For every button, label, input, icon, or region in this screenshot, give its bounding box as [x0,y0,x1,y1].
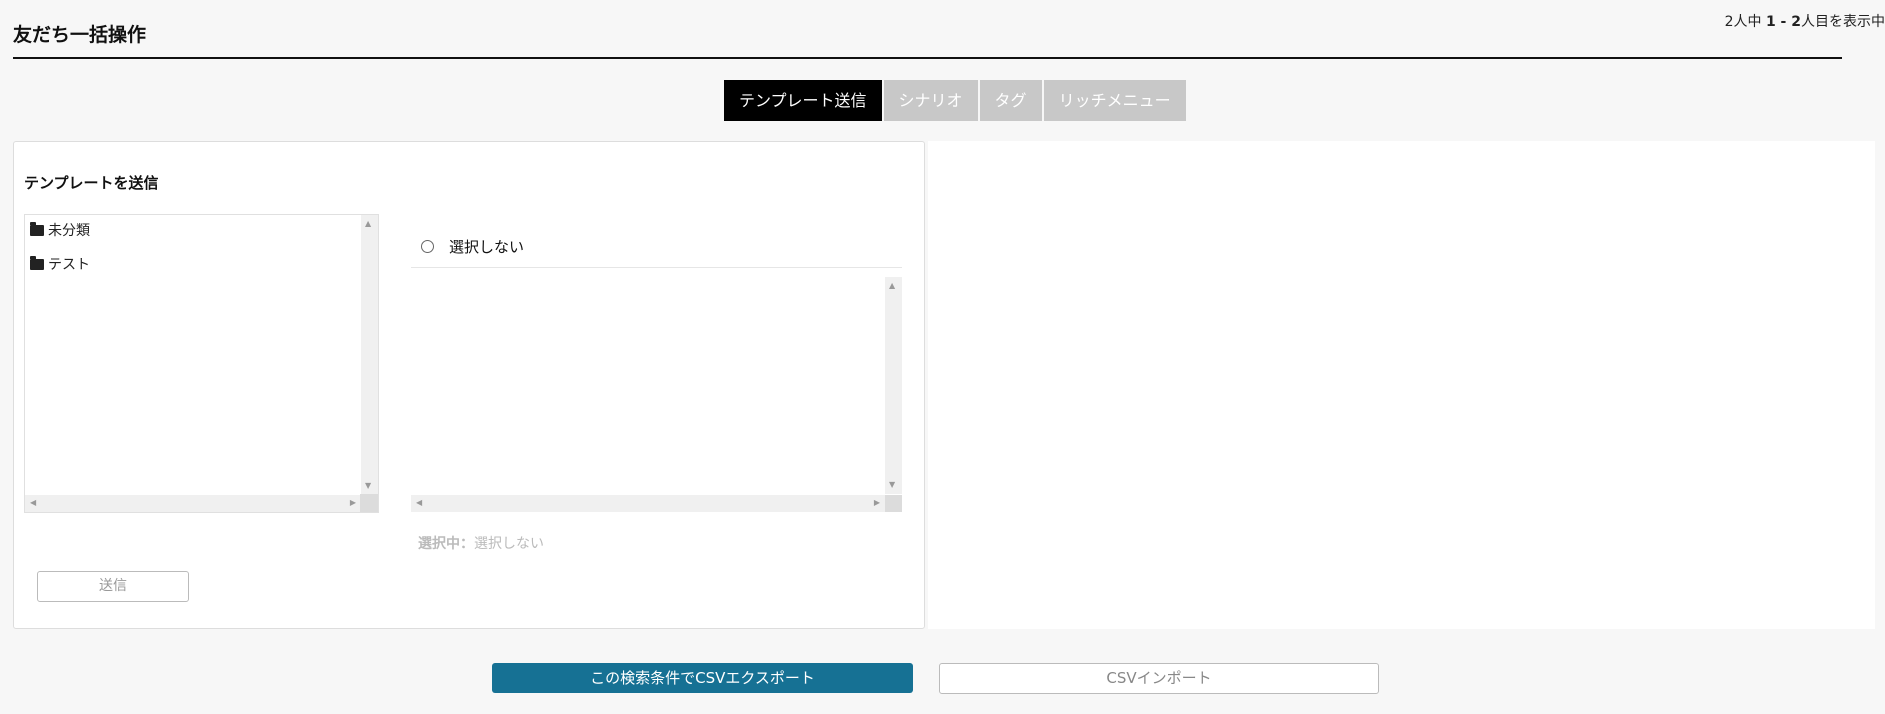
none-option-row[interactable]: 選択しない [411,225,902,268]
send-button[interactable]: 送信 [37,571,189,602]
selected-status-prefix: 選択中： [418,536,474,552]
scrollbar-corner [360,494,378,512]
scroll-left-icon[interactable]: ◀ [416,499,422,507]
count-suffix: 人目を表示中 [1801,14,1885,30]
scroll-up-icon[interactable]: ▲ [365,220,371,228]
template-list: ▲ ▼ ◀ ▶ [411,277,902,512]
csv-export-button[interactable]: この検索条件でCSVエクスポート [492,663,913,693]
selected-status-value: 選択しない [474,536,544,552]
scroll-down-icon[interactable]: ▼ [889,481,895,489]
title-divider [13,57,1842,59]
scroll-down-icon[interactable]: ▼ [365,482,371,490]
count-separator: - [1775,14,1792,30]
folder-item-uncategorized[interactable]: 未分類 [30,220,90,240]
tab-template-send[interactable]: テンプレート送信 [724,80,882,121]
folder-label: テスト [48,257,90,273]
count-range-start: 1 [1765,14,1776,30]
tab-scenario[interactable]: シナリオ [883,80,978,121]
template-horizontal-scrollbar[interactable]: ◀ ▶ [411,495,885,512]
count-total: 2人中 [1724,14,1762,30]
none-option-label: 選択しない [449,237,525,256]
scroll-right-icon[interactable]: ▶ [874,499,880,507]
result-count: 2人中 1 - 2人目を表示中 [1725,11,1885,31]
tab-tag[interactable]: タグ [979,80,1042,121]
folder-item-test[interactable]: テスト [30,254,90,274]
action-tabs: テンプレート送信 シナリオ タグ リッチメニュー [724,80,1188,121]
template-send-panel: テンプレートを送信 未分類 テスト ▲ ▼ ◀ ▶ 選択しない ▲ ▼ ◀ ▶ [13,141,925,629]
folder-horizontal-scrollbar[interactable]: ◀ ▶ [25,495,361,512]
folder-label: 未分類 [48,223,90,239]
section-title: テンプレートを送信 [24,174,159,192]
scroll-right-icon[interactable]: ▶ [350,499,356,507]
scroll-left-icon[interactable]: ◀ [30,499,36,507]
selected-status: 選択中：選択しない [418,533,544,553]
right-empty-area [928,141,1875,629]
tab-rich-menu[interactable]: リッチメニュー [1043,80,1186,121]
page-title: 友だち一括操作 [13,24,147,46]
folder-icon [30,255,44,270]
folder-icon [30,221,44,236]
none-option-radio[interactable] [421,239,434,253]
count-range-end: 2 [1791,14,1801,30]
scrollbar-corner [885,495,902,512]
folder-list: 未分類 テスト ▲ ▼ ◀ ▶ [24,214,379,513]
scroll-up-icon[interactable]: ▲ [889,282,895,290]
template-vertical-scrollbar[interactable]: ▲ ▼ [885,277,902,494]
csv-import-button[interactable]: CSVインポート [939,663,1379,694]
folder-vertical-scrollbar[interactable]: ▲ ▼ [361,215,378,495]
